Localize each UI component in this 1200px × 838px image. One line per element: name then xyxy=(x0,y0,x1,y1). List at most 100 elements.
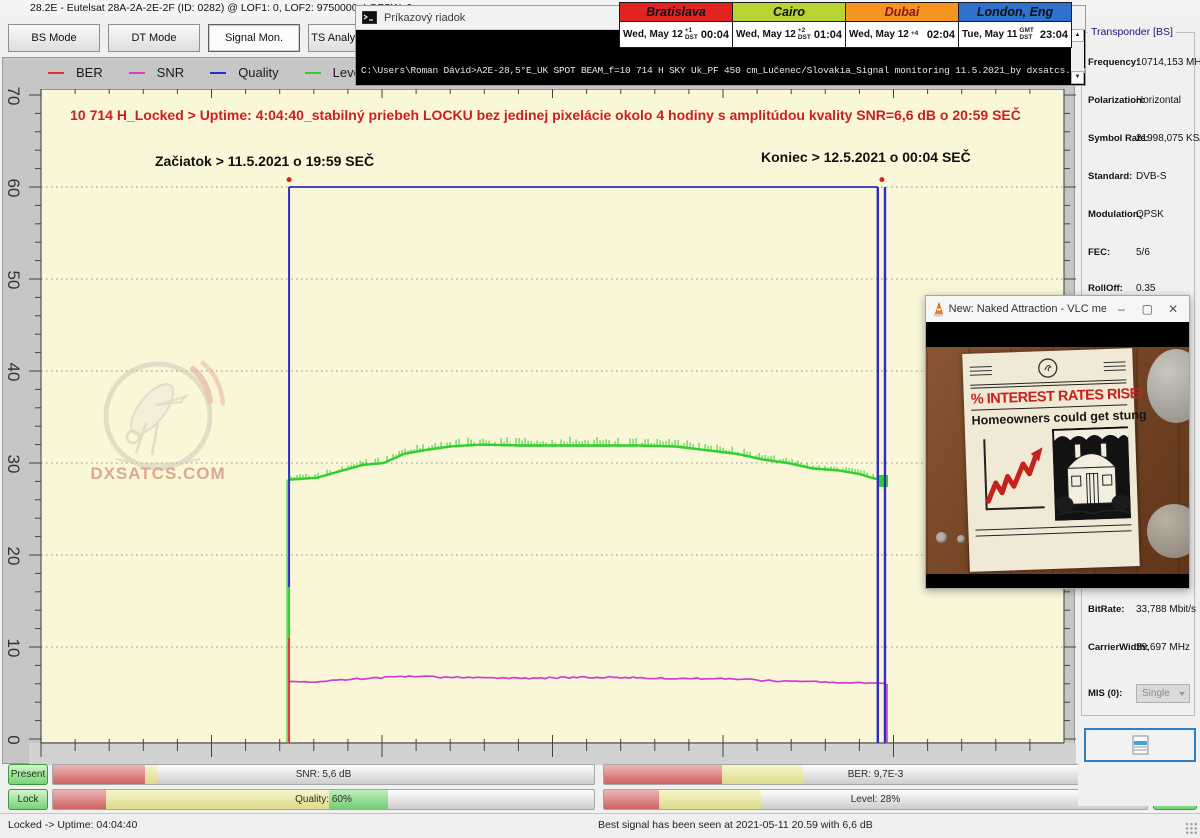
rock-shape xyxy=(1147,349,1189,423)
clock-date: Wed, May 12 xyxy=(849,29,909,40)
field-value: 5/6 xyxy=(1136,247,1150,258)
y-tick-label: 70 xyxy=(3,86,23,106)
bar-label: Quality: 60% xyxy=(53,790,594,809)
clock-time: 02:04 xyxy=(927,29,955,41)
snr-line-swatch xyxy=(129,72,145,74)
clock-zone: +4 xyxy=(911,31,918,38)
clock-time-row: Wed, May 12+2DST01:04 xyxy=(733,22,845,47)
level-bar: Level: 28% xyxy=(603,789,1148,810)
rock-shape xyxy=(1147,504,1189,558)
field-value: 33,788 Mbit/s xyxy=(1136,604,1196,615)
newspaper-masthead xyxy=(969,353,1126,382)
vlc-title-bar[interactable]: New: Naked Attraction - VLC media player… xyxy=(926,296,1189,322)
newspaper-stamp-icon xyxy=(1036,357,1059,380)
resize-grip[interactable] xyxy=(1185,822,1198,835)
field-value: 0.35 xyxy=(1136,283,1155,294)
tab-bar: BS ModeDT ModeSignal Mon.TS Analyzer (OK… xyxy=(8,24,400,54)
field-carrierwidth: CarrierWidth:29,697 MHz xyxy=(1082,642,1196,656)
field-modulation: Modulation:QPSK xyxy=(1082,209,1196,223)
chart-legend: BERSNRQualityLevel xyxy=(48,65,364,80)
mis-select[interactable]: Single xyxy=(1136,684,1190,703)
status-bar: Locked -> Uptime: 04:04:40 Best signal h… xyxy=(0,813,1200,838)
y-tick-label: 50 xyxy=(3,270,23,290)
transponder-title: Transponder [BS] xyxy=(1088,26,1176,38)
newspaper-art-row xyxy=(972,426,1131,523)
field-label: Standard: xyxy=(1088,171,1132,182)
y-tick-label: 20 xyxy=(3,546,23,566)
field-label: Modulation: xyxy=(1088,209,1142,220)
clock-city: Dubai xyxy=(846,3,958,22)
present-button[interactable]: Present xyxy=(8,764,48,785)
y-tick-label: 0 xyxy=(3,730,23,750)
transponder-list-button[interactable] xyxy=(1084,728,1196,762)
mis-label: MIS (0): xyxy=(1088,688,1122,699)
bar-label: BER: 9,7E-3 xyxy=(604,765,1147,784)
cmd-scrollbar[interactable]: ▲ ▼ xyxy=(1071,29,1084,84)
field-value: DVB-S xyxy=(1136,171,1167,182)
legend-item-ber: BER xyxy=(48,65,103,80)
status-lock-uptime: Locked -> Uptime: 04:04:40 xyxy=(8,819,137,831)
newspaper-subheadline: Homeowners could get stung xyxy=(971,408,1127,427)
video-background: % INTEREST RATES RISE! Homeowners could … xyxy=(926,347,1189,574)
annotation-session-start: Začiatok > 11.5.2021 o 19:59 SEČ xyxy=(155,153,374,169)
masthead-scribble xyxy=(1103,358,1126,374)
field-value: 21998,075 KS/s xyxy=(1136,133,1200,144)
legend-label: Quality xyxy=(238,65,278,80)
mis-row: MIS (0): Single xyxy=(1082,688,1196,702)
scroll-up-arrow[interactable]: ▲ xyxy=(1071,29,1084,42)
clock-london-eng: London, EngTue, May 11GMTDST23:04 xyxy=(958,2,1072,48)
field-polarization: Polarization:Horizontal xyxy=(1082,95,1196,109)
signal-chart: BERSNRQualityLevel 010203040506070 DXSAT… xyxy=(2,57,1075,764)
clock-date: Tue, May 11 xyxy=(962,29,1017,40)
field-fec: FEC:5/6 xyxy=(1082,247,1196,261)
lock-button[interactable]: Lock xyxy=(8,789,48,810)
tab-signal-mon[interactable]: Signal Mon. xyxy=(208,24,300,52)
bar-label: Level: 28% xyxy=(604,790,1147,809)
minimize-button[interactable]: – xyxy=(1112,302,1132,316)
status-best-signal: Best signal has been seen at 2021-05-11 … xyxy=(598,819,873,831)
legend-label: SNR xyxy=(157,65,184,80)
field-label: BitRate: xyxy=(1088,604,1124,615)
field-standard: Standard: DVB-S xyxy=(1082,171,1196,185)
clock-date: Wed, May 12 xyxy=(623,29,683,40)
close-button[interactable]: ✕ xyxy=(1163,302,1183,316)
vlc-video-frame: % INTEREST RATES RISE! Homeowners could … xyxy=(926,322,1189,588)
clock-city: Bratislava xyxy=(620,3,732,22)
list-icon xyxy=(1132,735,1149,755)
watermark-text: DXSATCS.COM xyxy=(90,464,225,483)
y-tick-label: 60 xyxy=(3,178,23,198)
snr-bar: SNR: 5,6 dB xyxy=(52,764,595,785)
field-value: 10714,153 MHz xyxy=(1136,57,1200,68)
clock-time: 01:04 xyxy=(814,29,842,41)
field-label: Frequency: xyxy=(1088,57,1139,68)
y-tick-label: 30 xyxy=(3,454,23,474)
ber-line-swatch xyxy=(48,72,64,74)
rising-rates-chart-icon xyxy=(972,429,1049,524)
newspaper: % INTEREST RATES RISE! Homeowners could … xyxy=(962,348,1140,572)
world-clocks: BratislavaWed, May 12+1DST00:04CairoWed,… xyxy=(620,2,1072,48)
chevron-down-icon xyxy=(1179,692,1185,696)
field-value: 29,697 MHz xyxy=(1136,642,1190,653)
bar-label: SNR: 5,6 dB xyxy=(53,765,594,784)
house-illustration-icon xyxy=(1052,426,1131,521)
tab-dt-mode[interactable]: DT Mode xyxy=(108,24,200,52)
maximize-button[interactable]: ▢ xyxy=(1137,302,1157,316)
mis-value: Single xyxy=(1142,688,1170,699)
tab-bs-mode[interactable]: BS Mode xyxy=(8,24,100,52)
masthead-scribble xyxy=(970,363,993,379)
clock-time: 23:04 xyxy=(1040,29,1068,41)
rule xyxy=(975,524,1131,530)
scroll-down-arrow[interactable]: ▼ xyxy=(1071,71,1084,84)
field-value: Horizontal xyxy=(1136,95,1181,106)
plot-area: DXSATCS.COM xyxy=(29,89,1076,765)
vlc-title-text: New: Naked Attraction - VLC media player xyxy=(949,303,1106,315)
cmd-prompt-line: C:\Users\Roman Dávid>A2E-28,5°E_UK SPOT … xyxy=(361,65,1087,76)
clock-zone: +2DST xyxy=(798,28,811,41)
legend-item-quality: Quality xyxy=(210,65,278,80)
cmd-title-text: Príkazový riadok xyxy=(384,12,465,24)
clock-time-row: Tue, May 11GMTDST23:04 xyxy=(959,22,1071,47)
field-bitrate: BitRate: 33,788 Mbit/s xyxy=(1082,604,1196,618)
clock-bratislava: BratislavaWed, May 12+1DST00:04 xyxy=(619,2,733,48)
vlc-window: New: Naked Attraction - VLC media player… xyxy=(925,295,1190,589)
quality-line-swatch xyxy=(210,72,226,74)
